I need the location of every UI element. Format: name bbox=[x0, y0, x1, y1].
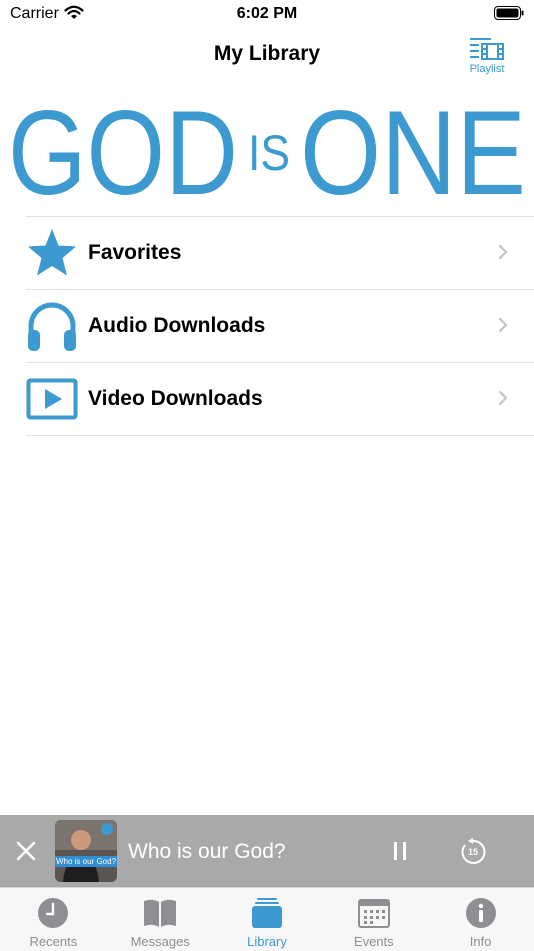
pause-button[interactable] bbox=[389, 839, 411, 863]
tab-library[interactable]: Library bbox=[214, 888, 321, 951]
status-time: 6:02 PM bbox=[236, 5, 298, 22]
pause-icon bbox=[394, 842, 406, 860]
tab-recents[interactable]: Recents bbox=[0, 888, 107, 951]
now-playing-title: Who is our God? bbox=[128, 840, 286, 863]
close-icon bbox=[16, 841, 36, 861]
logo-is: IS bbox=[248, 125, 290, 181]
playlist-icon bbox=[470, 38, 504, 60]
close-player-button[interactable] bbox=[14, 839, 38, 863]
logo-one: ONE bbox=[300, 100, 526, 200]
skip-back-button[interactable]: 15 bbox=[459, 838, 487, 866]
clock-icon bbox=[38, 898, 69, 928]
logo-god: GOD bbox=[8, 100, 238, 200]
tab-label-library: Library bbox=[247, 934, 287, 949]
battery-icon bbox=[494, 6, 524, 20]
menu-row-favorites[interactable]: Favorites bbox=[26, 217, 534, 290]
menu-label-video-downloads: Video Downloads bbox=[88, 387, 263, 410]
playlist-label: Playlist bbox=[469, 63, 505, 75]
god-is-one-logo: GOD IS ONE bbox=[8, 100, 526, 200]
tab-bar: Recents Messages Library Events Info bbox=[0, 887, 534, 951]
menu-row-video-downloads[interactable]: Video Downloads bbox=[26, 363, 534, 436]
menu-label-audio-downloads: Audio Downloads bbox=[88, 314, 266, 337]
tab-messages[interactable]: Messages bbox=[107, 888, 214, 951]
headphones-icon bbox=[26, 300, 78, 352]
tab-events[interactable]: Events bbox=[320, 888, 427, 951]
playlist-button[interactable]: Playlist bbox=[466, 36, 508, 78]
mini-player[interactable]: Who is our God? Who is our God? 15 bbox=[0, 815, 534, 887]
thumbnail-caption: Who is our God? bbox=[55, 856, 117, 867]
library-menu: Favorites Audio Downloads Video Download… bbox=[26, 216, 534, 436]
chevron-right-icon bbox=[498, 317, 508, 338]
now-playing-thumbnail: Who is our God? bbox=[55, 820, 117, 882]
menu-label-favorites: Favorites bbox=[88, 241, 182, 264]
chevron-right-icon bbox=[498, 244, 508, 265]
book-icon bbox=[144, 899, 177, 927]
page-title: My Library bbox=[213, 42, 321, 65]
tab-info[interactable]: Info bbox=[427, 888, 534, 951]
tab-label-recents: Recents bbox=[29, 934, 78, 949]
video-play-icon bbox=[26, 373, 78, 425]
tab-label-info: Info bbox=[469, 934, 492, 949]
skip-seconds-label: 15 bbox=[467, 847, 478, 857]
info-icon bbox=[465, 898, 496, 928]
library-stack-icon bbox=[251, 898, 282, 928]
tab-label-events: Events bbox=[353, 934, 394, 949]
star-icon bbox=[26, 227, 78, 279]
tab-label-messages: Messages bbox=[130, 934, 190, 949]
status-bar: Carrier 6:02 PM bbox=[0, 0, 534, 28]
chevron-right-icon bbox=[498, 390, 508, 411]
menu-row-audio-downloads[interactable]: Audio Downloads bbox=[26, 290, 534, 363]
calendar-icon bbox=[357, 899, 390, 928]
